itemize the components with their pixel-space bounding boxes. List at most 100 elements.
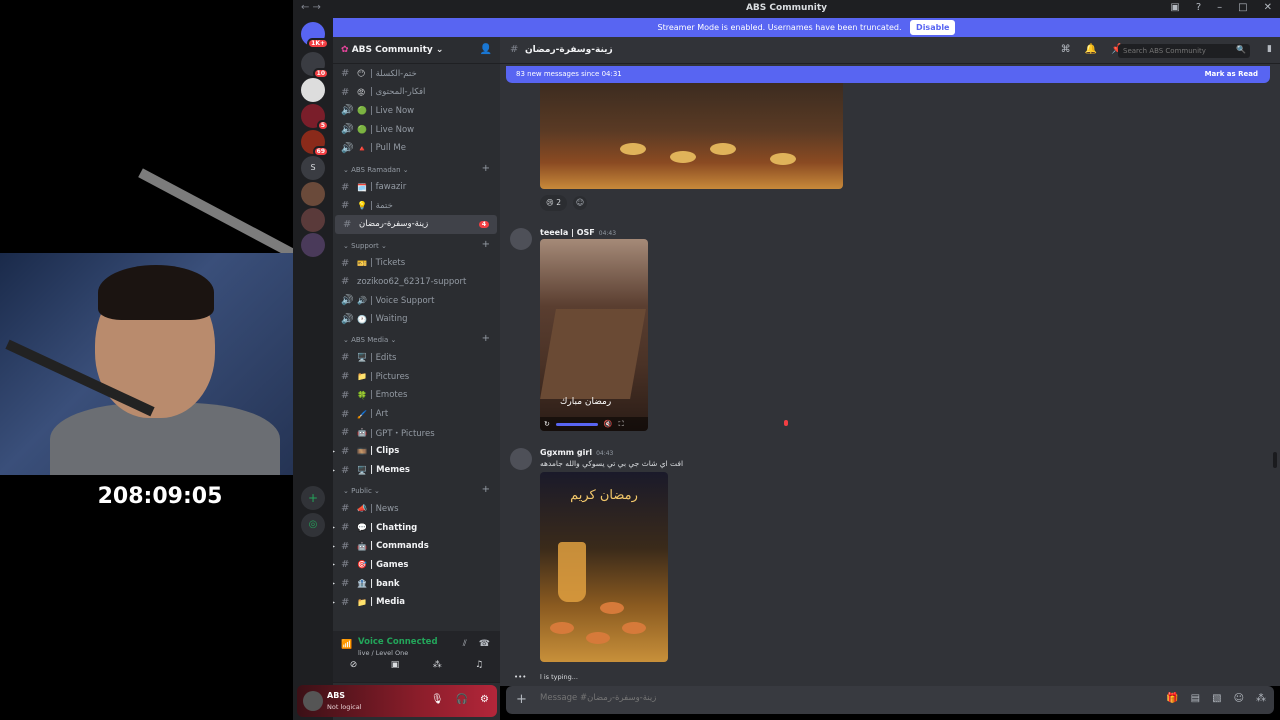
server-icon[interactable]: 10 (301, 52, 329, 79)
bell-icon[interactable]: 🔔 (1085, 44, 1097, 55)
server-icon[interactable]: S (301, 156, 325, 180)
gift-icon[interactable]: 🎁 (1166, 693, 1178, 704)
category-header[interactable]: ⌄ Public ⌄ (343, 487, 380, 495)
disable-button[interactable]: Disable (910, 20, 956, 35)
screen-share-icon[interactable]: ▣ (1170, 2, 1179, 13)
server-icon[interactable] (301, 208, 325, 232)
add-channel-icon[interactable]: + (482, 333, 490, 344)
message-input[interactable] (540, 693, 940, 703)
voice-status[interactable]: Voice Connected (358, 637, 438, 647)
channel-item[interactable]: # 📁 | Pictures (333, 367, 500, 386)
server-icon[interactable] (301, 233, 325, 257)
emoji-icon[interactable]: ☺ (1234, 693, 1244, 704)
mic-icon[interactable]: 🎙 (431, 694, 444, 705)
apps-icon[interactable]: ⁂ (1256, 693, 1266, 704)
new-messages-bar[interactable]: 83 new messages since 04:31 Mark as Read (506, 66, 1270, 83)
server-icon[interactable]: 5 (301, 104, 329, 131)
avatar[interactable] (510, 448, 532, 470)
username[interactable]: ABS (327, 691, 345, 700)
channel-item[interactable]: 🔊 🕐 | Waiting (333, 310, 500, 329)
search-input[interactable] (1118, 44, 1250, 58)
channel-item[interactable]: 🔊 🔺 | Pull Me (333, 139, 500, 158)
channel-item[interactable]: # 🖌️ | Art (333, 405, 500, 424)
activities-icon[interactable]: ⁂ (433, 660, 442, 670)
expand-arrow-icon[interactable]: ▸ (333, 580, 335, 587)
video-attachment[interactable]: رمضان مبارك ↻ 🔇 ⛶ (540, 239, 648, 431)
disconnect-icon[interactable]: ☎ (479, 639, 490, 649)
close-icon[interactable]: ✕ (1264, 2, 1272, 13)
home-icon[interactable]: 1K+ (301, 22, 329, 49)
channel-item[interactable]: # 🤖 | GPT・Pictures (333, 423, 500, 442)
image-attachment[interactable] (540, 83, 843, 189)
add-server-icon[interactable]: + (301, 486, 325, 510)
channel-item[interactable]: # زينة-وسفرة-رمضان 4 (335, 214, 497, 234)
message-author[interactable]: Ggxmm girl 04:43 (540, 448, 613, 457)
scrollbar[interactable] (1273, 452, 1277, 468)
minimize-icon[interactable]: – (1217, 2, 1222, 13)
expand-arrow-icon[interactable]: ▸ (333, 561, 335, 568)
channel-item[interactable]: # 💡 | ختمة (333, 196, 500, 215)
avatar[interactable] (510, 228, 532, 250)
server-icon[interactable]: 69 (301, 130, 329, 157)
headphones-icon[interactable]: 🎧 (456, 694, 468, 705)
screen-share-icon[interactable]: ▣ (391, 660, 400, 670)
message-author[interactable]: teeela | OSF 04:43 (540, 228, 616, 237)
channel-item[interactable]: ▸ # 🎞️ | Clips (333, 442, 500, 461)
threads-icon[interactable]: ⌘ (1061, 44, 1071, 55)
channel-item[interactable]: # 😡 | افكار-المحتوى (333, 83, 500, 102)
add-reaction-icon[interactable]: ☺ (573, 196, 587, 210)
channel-item[interactable]: ▸ # 💬 | Chatting (333, 518, 500, 537)
channel-item[interactable]: ▸ # 🎯 | Games (333, 555, 500, 574)
channel-item[interactable]: # zozikoo62_62317-support (333, 272, 500, 291)
expand-arrow-icon[interactable]: ▸ (333, 467, 335, 474)
channel-item[interactable]: ▸ # 📁 | Media (333, 593, 500, 612)
inbox-icon[interactable]: ▮ (1267, 44, 1272, 54)
maximize-icon[interactable]: □ (1238, 2, 1247, 13)
category-header[interactable]: ⌄ ABS Media ⌄ (343, 336, 396, 344)
expand-arrow-icon[interactable]: ▸ (333, 599, 335, 606)
add-channel-icon[interactable]: + (482, 239, 490, 250)
channel-item[interactable]: ▸ # 🏦 | bank (333, 574, 500, 593)
help-icon[interactable]: ? (1196, 2, 1201, 13)
channel-item[interactable]: # 🖥️ | Edits (333, 348, 500, 367)
reaction[interactable]: 😢 2 (540, 195, 567, 211)
channel-item[interactable]: 🔊 🟢 | Live Now (333, 101, 500, 120)
attach-icon[interactable]: + (516, 692, 527, 707)
channel-item[interactable]: 🔊 🔊 | Voice Support (333, 291, 500, 310)
image-attachment[interactable]: رمضان كريم (540, 472, 668, 662)
channel-item[interactable]: ▸ # 🤖 | Commands (333, 537, 500, 556)
soundboard-icon[interactable]: ♫ (475, 660, 483, 670)
noise-suppression-icon[interactable]: ⫽ (463, 639, 467, 649)
add-channel-icon[interactable]: + (482, 163, 490, 174)
category-header[interactable]: ⌄ Support ⌄ (343, 242, 387, 250)
channel-item[interactable]: # 🍀 | Emotes (333, 386, 500, 405)
avatar[interactable] (303, 691, 323, 711)
channel-item[interactable]: # 🎫 | Tickets (333, 254, 500, 273)
channel-item[interactable]: 🔊 🟢 | Live Now (333, 120, 500, 139)
video-progress[interactable] (555, 422, 598, 426)
expand-arrow-icon[interactable]: ▸ (333, 448, 335, 455)
voice-channel[interactable]: live / Level One (358, 649, 408, 657)
add-channel-icon[interactable]: + (482, 484, 490, 495)
category-header[interactable]: ⌄ ABS Ramadan ⌄ (343, 166, 409, 174)
camera-off-icon[interactable]: ⊘ (350, 660, 358, 670)
fullscreen-icon[interactable]: ⛶ (619, 420, 624, 429)
channel-item[interactable]: # 😶 | ختم-الكسلة (333, 64, 500, 83)
gif-icon[interactable]: ▤ (1191, 693, 1200, 704)
server-header[interactable]: ✿ ABS Community ⌄ 👤 (333, 37, 500, 64)
expand-arrow-icon[interactable]: ▸ (333, 543, 335, 550)
channel-item[interactable]: # 🗓️ | fawazir (333, 178, 500, 197)
channel-item[interactable]: # 📣 | News (333, 499, 500, 518)
discover-icon[interactable]: ◎ (301, 513, 325, 537)
server-icon[interactable] (301, 182, 325, 206)
settings-icon[interactable]: ⚙ (480, 694, 489, 705)
author-name[interactable]: Ggxmm girl (540, 448, 592, 457)
author-name[interactable]: teeela | OSF (540, 228, 595, 237)
invite-icon[interactable]: 👤 (480, 44, 492, 55)
volume-icon[interactable]: 🔇 (604, 420, 613, 428)
server-icon[interactable] (301, 78, 325, 102)
expand-arrow-icon[interactable]: ▸ (333, 524, 335, 531)
sticker-icon[interactable]: ▧ (1212, 693, 1221, 704)
mark-as-read-button[interactable]: Mark as Read (1205, 66, 1258, 83)
channel-item[interactable]: ▸ # 🖥️ | Memes (333, 461, 500, 480)
